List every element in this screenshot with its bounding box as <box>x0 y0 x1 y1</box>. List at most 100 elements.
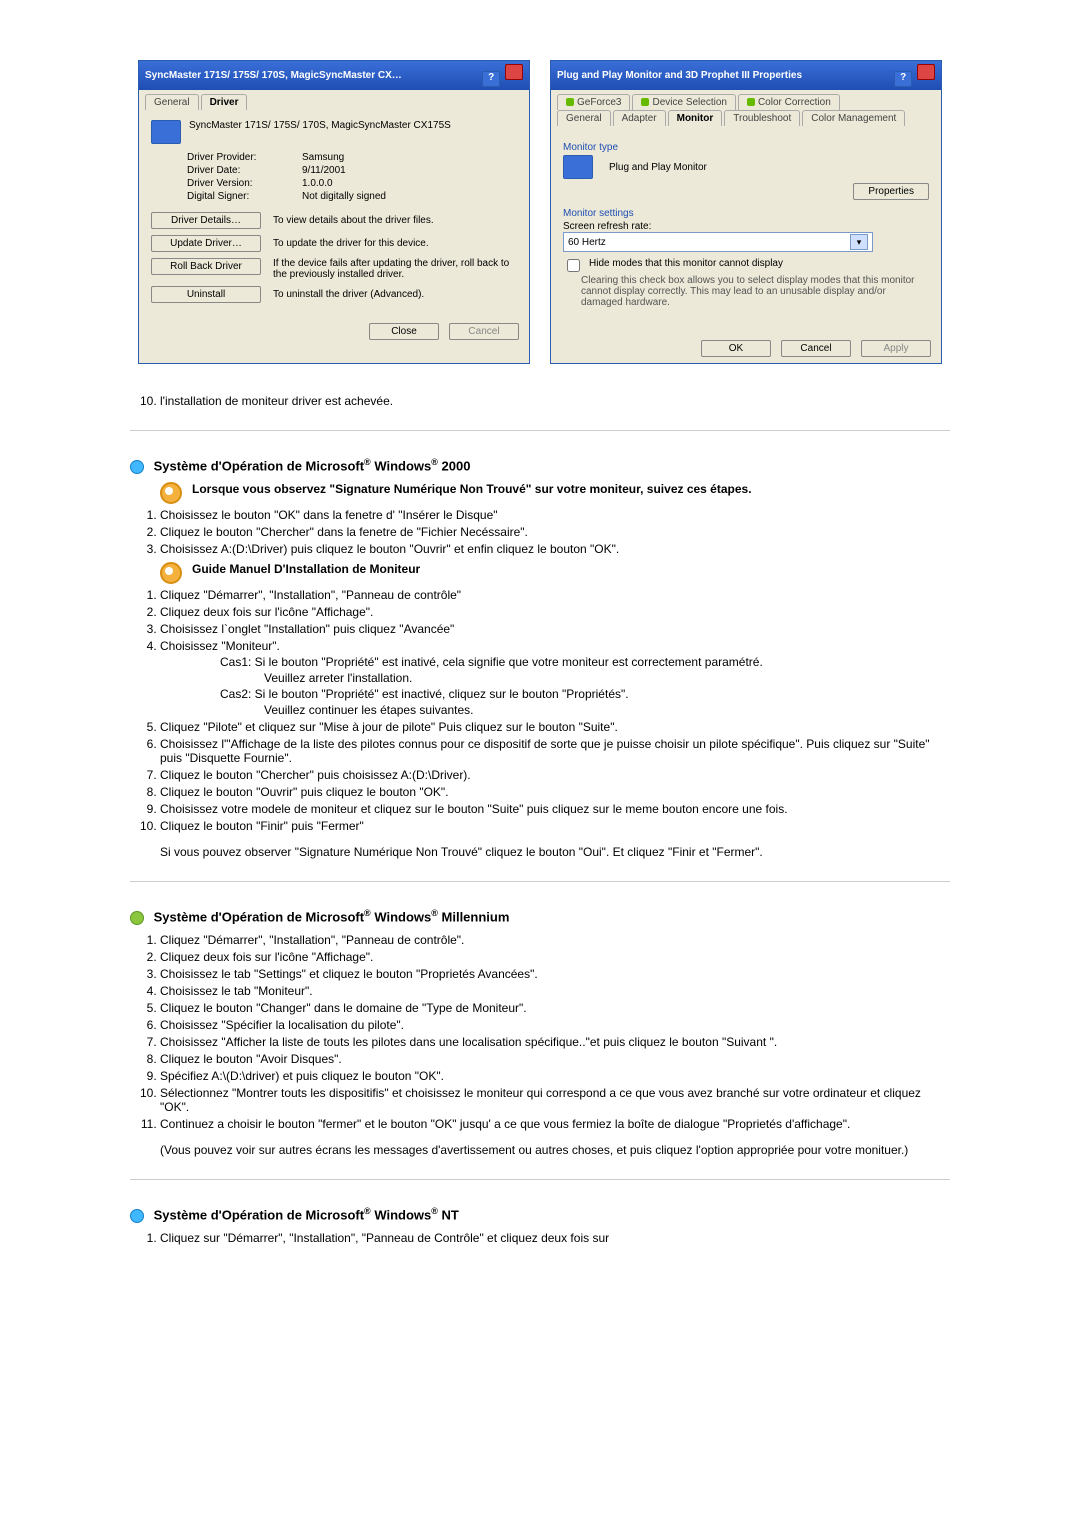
dialog1-title: SyncMaster 171S/ 175S/ 170S, MagicSyncMa… <box>145 70 402 81</box>
case-text: Cas1: Si le bouton "Propriété" est inati… <box>220 655 950 669</box>
uninstall-button[interactable]: Uninstall <box>151 286 261 303</box>
list-item: Cliquez le bouton "Chercher" puis choisi… <box>160 768 950 782</box>
dialog1-titlebar: SyncMaster 171S/ 175S/ 170S, MagicSyncMa… <box>139 61 529 90</box>
tab-troubleshoot[interactable]: Troubleshoot <box>724 110 800 126</box>
version-label: Driver Version: <box>187 178 302 189</box>
hide-modes-label: Hide modes that this monitor cannot disp… <box>589 258 783 269</box>
monitor-icon <box>151 120 181 144</box>
list-item: Cliquez le bouton "Changer" dans le doma… <box>160 1001 950 1015</box>
list-item: Spécifiez A:\(D:\driver) et puis cliquez… <box>160 1069 950 1083</box>
list-item: Choisissez le tab "Settings" et cliquez … <box>160 967 950 981</box>
list-item: Choisissez "Moniteur". Cas1: Si le bouto… <box>160 639 950 717</box>
tab-general[interactable]: General <box>145 94 199 110</box>
list-item: Cliquez deux fois sur l'icône "Affichage… <box>160 950 950 964</box>
tab-device-selection[interactable]: Device Selection <box>632 94 735 110</box>
chevron-down-icon[interactable]: ▾ <box>850 234 868 250</box>
list-item: Cliquez le bouton "Ouvrir" puis cliquez … <box>160 785 950 799</box>
list-item: Choisissez "Afficher la liste de touts l… <box>160 1035 950 1049</box>
uninstall-desc: To uninstall the driver (Advanced). <box>273 289 424 300</box>
date-label: Driver Date: <box>187 165 302 176</box>
update-driver-desc: To update the driver for this device. <box>273 238 429 249</box>
bullet-icon <box>130 460 144 474</box>
tab-general[interactable]: General <box>557 110 611 126</box>
gear-icon <box>160 482 182 504</box>
list-item: Choisissez A:(D:\Driver) puis cliquez le… <box>160 542 950 556</box>
list-item: Continuez a choisir le bouton "fermer" e… <box>160 1117 950 1131</box>
gear-icon <box>160 562 182 584</box>
provider-label: Driver Provider: <box>187 152 302 163</box>
refresh-rate-value: 60 Hertz <box>568 237 606 248</box>
tab-driver[interactable]: Driver <box>201 94 248 110</box>
list-item: Sélectionnez "Montrer touts les disposit… <box>160 1086 950 1114</box>
device-model: SyncMaster 171S/ 175S/ 170S, MagicSyncMa… <box>189 120 451 131</box>
help-icon[interactable]: ? <box>482 71 500 87</box>
hide-modes-note: Clearing this check box allows you to se… <box>581 275 929 308</box>
window-buttons: ? <box>480 64 523 87</box>
paragraph: (Vous pouvez voir sur autres écrans les … <box>160 1143 950 1157</box>
close-icon[interactable] <box>505 64 523 80</box>
tab-geforce3[interactable]: GeForce3 <box>557 94 630 110</box>
apply-button: Apply <box>861 340 931 357</box>
bullet-icon <box>130 911 144 925</box>
list-item: Choisissez l`onglet "Installation" puis … <box>160 622 950 636</box>
refresh-rate-label: Screen refresh rate: <box>563 221 929 232</box>
cancel-button[interactable]: Cancel <box>781 340 851 357</box>
monitor-icon <box>563 155 593 179</box>
section-heading-winme: Système d'Opération de Microsoft® Window… <box>130 908 950 925</box>
dialog2-tabs-row2: General Adapter Monitor Troubleshoot Col… <box>551 110 941 126</box>
provider-value: Samsung <box>302 152 344 163</box>
version-value: 1.0.0.0 <box>302 178 333 189</box>
list-item: Cliquez deux fois sur l'icône "Affichage… <box>160 605 950 619</box>
list-item: Cliquez "Pilote" et cliquez sur "Mise à … <box>160 720 950 734</box>
properties-button[interactable]: Properties <box>853 183 929 200</box>
signer-label: Digital Signer: <box>187 191 302 202</box>
monitor-settings-label: Monitor settings <box>563 208 929 219</box>
tab-color-management[interactable]: Color Management <box>802 110 905 126</box>
hide-modes-checkbox[interactable] <box>567 259 580 272</box>
cancel-button: Cancel <box>449 323 519 340</box>
list-item: Cliquez "Démarrer", "Installation", "Pan… <box>160 588 950 602</box>
tab-monitor[interactable]: Monitor <box>668 110 723 126</box>
section-heading-winnt: Système d'Opération de Microsoft® Window… <box>130 1206 950 1223</box>
close-button[interactable]: Close <box>369 323 439 340</box>
close-icon[interactable] <box>917 64 935 80</box>
refresh-rate-select[interactable]: 60 Hertz ▾ <box>563 232 873 252</box>
list-item: Choisissez votre modele de moniteur et c… <box>160 802 950 816</box>
rollback-driver-desc: If the device fails after updating the d… <box>273 258 517 280</box>
nvidia-icon <box>566 98 574 106</box>
driver-properties-dialog: SyncMaster 171S/ 175S/ 170S, MagicSyncMa… <box>138 60 530 364</box>
list-item: Cliquez "Démarrer", "Installation", "Pan… <box>160 933 950 947</box>
subheading: Lorsque vous observez "Signature Numériq… <box>192 482 752 496</box>
nvidia-icon <box>641 98 649 106</box>
date-value: 9/11/2001 <box>302 165 346 176</box>
update-driver-button[interactable]: Update Driver… <box>151 235 261 252</box>
monitor-properties-dialog: Plug and Play Monitor and 3D Prophet III… <box>550 60 942 364</box>
list-item: Cliquez sur "Démarrer", "Installation", … <box>160 1231 950 1245</box>
section-heading-win2000: Système d'Opération de Microsoft® Window… <box>130 457 950 474</box>
case-text: Veuillez arreter l'installation. <box>264 671 950 685</box>
tab-color-correction[interactable]: Color Correction <box>738 94 840 110</box>
list-item: Cliquez le bouton "Chercher" dans la fen… <box>160 525 950 539</box>
help-icon[interactable]: ? <box>894 71 912 87</box>
list-item: Cliquez le bouton "Avoir Disques". <box>160 1052 950 1066</box>
list-item: l'installation de moniteur driver est ac… <box>160 394 950 408</box>
driver-details-button[interactable]: Driver Details… <box>151 212 261 229</box>
subheading: Guide Manuel D'Installation de Moniteur <box>192 562 420 576</box>
case-text: Veuillez continuer les étapes suivantes. <box>264 703 950 717</box>
rollback-driver-button[interactable]: Roll Back Driver <box>151 258 261 275</box>
bullet-icon <box>130 1209 144 1223</box>
list-item: Choisissez le bouton "OK" dans la fenetr… <box>160 508 950 522</box>
window-buttons: ? <box>892 64 935 87</box>
dialog1-tabs: General Driver <box>139 90 529 110</box>
dialog2-title: Plug and Play Monitor and 3D Prophet III… <box>557 70 802 81</box>
tab-adapter[interactable]: Adapter <box>613 110 666 126</box>
dialog2-tabs-row1: GeForce3 Device Selection Color Correcti… <box>551 90 941 110</box>
list-item: Choisissez le tab "Moniteur". <box>160 984 950 998</box>
signer-value: Not digitally signed <box>302 191 386 202</box>
ok-button[interactable]: OK <box>701 340 771 357</box>
list-item: Choisissez l'"Affichage de la liste des … <box>160 737 950 765</box>
case-text: Cas2: Si le bouton "Propriété" est inact… <box>220 687 950 701</box>
nvidia-icon <box>747 98 755 106</box>
driver-details-desc: To view details about the driver files. <box>273 215 434 226</box>
list-item: Choisissez "Spécifier la localisation du… <box>160 1018 950 1032</box>
